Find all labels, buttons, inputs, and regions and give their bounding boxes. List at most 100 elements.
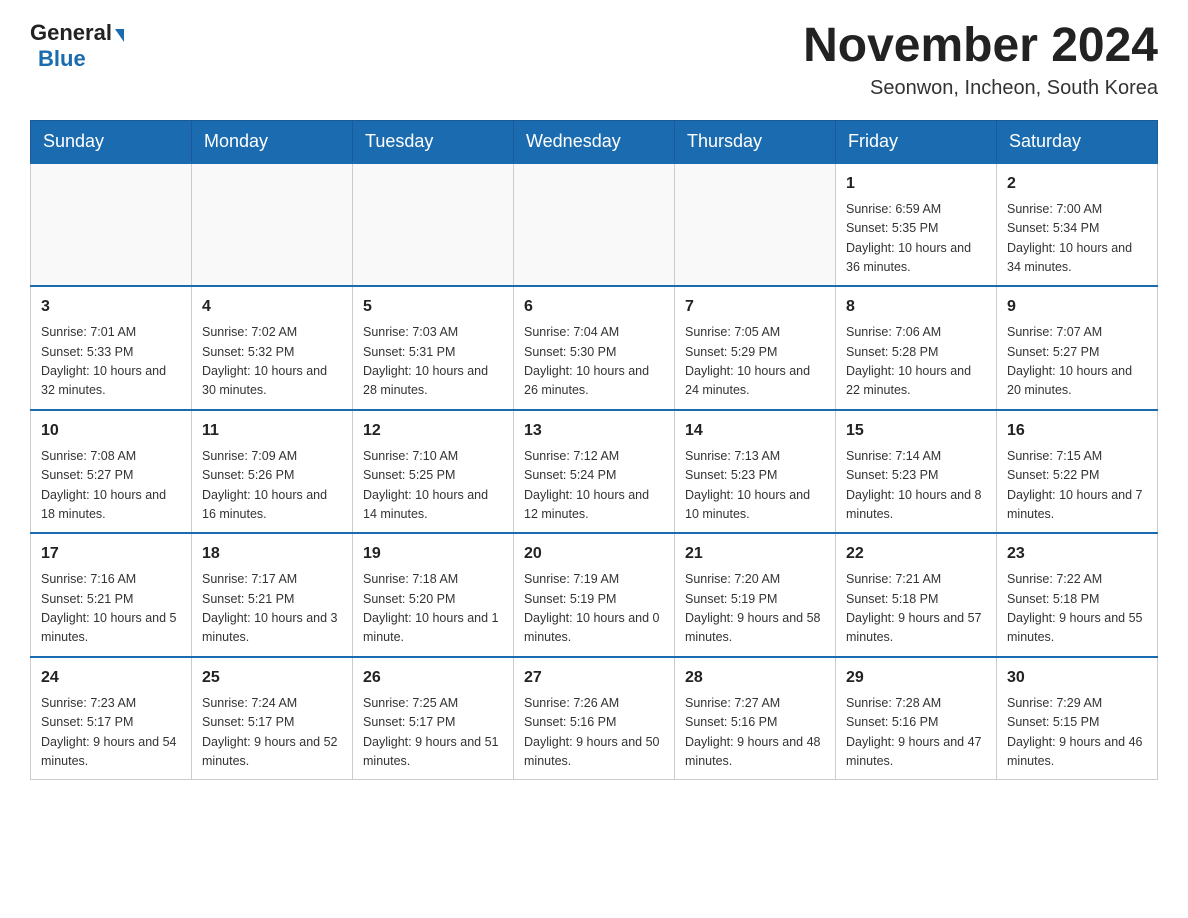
calendar-cell: 30Sunrise: 7:29 AM Sunset: 5:15 PM Dayli… — [997, 657, 1158, 780]
day-number: 13 — [524, 419, 664, 443]
calendar-cell: 11 Sunrise: 7:09 AM Sunset: 5:26 PM Dayli… — [192, 410, 353, 534]
day-number: 2 — [1007, 172, 1147, 196]
day-info: Sunrise: 7:27 AM Sunset: 5:16 PM Dayligh… — [685, 694, 825, 772]
calendar-cell — [192, 163, 353, 287]
day-number: 1 — [846, 172, 986, 196]
header-saturday: Saturday — [997, 120, 1158, 163]
day-number: 23 — [1007, 542, 1147, 566]
day-info: Sunrise: 7:13 AM Sunset: 5:23 PM Dayligh… — [685, 447, 825, 525]
location-text: Seonwon, Incheon, South Korea — [803, 77, 1158, 100]
calendar-cell: 15 Sunrise: 7:14 AM Sunset: 5:23 PM Dayli… — [836, 410, 997, 534]
calendar-cell: 5Sunrise: 7:03 AM Sunset: 5:31 PM Daylig… — [353, 286, 514, 410]
day-info: Sunrise: 7:10 AM Sunset: 5:25 PM Dayligh… — [363, 447, 503, 525]
day-info: Sunrise: 7:24 AM Sunset: 5:17 PM Dayligh… — [202, 694, 342, 772]
day-number: 5 — [363, 295, 503, 319]
day-number: 22 — [846, 542, 986, 566]
day-number: 29 — [846, 666, 986, 690]
day-info: Sunrise: 7:02 AM Sunset: 5:32 PM Dayligh… — [202, 323, 342, 401]
calendar-cell: 9 Sunrise: 7:07 AM Sunset: 5:27 PM Daylig… — [997, 286, 1158, 410]
day-info: Sunrise: 7:16 AM Sunset: 5:21 PM Dayligh… — [41, 570, 181, 648]
logo: General Blue — [30, 20, 124, 72]
day-info: Sunrise: 7:01 AM Sunset: 5:33 PM Dayligh… — [41, 323, 181, 401]
day-number: 21 — [685, 542, 825, 566]
day-number: 9 — [1007, 295, 1147, 319]
day-number: 30 — [1007, 666, 1147, 690]
day-info: Sunrise: 7:25 AM Sunset: 5:17 PM Dayligh… — [363, 694, 503, 772]
calendar-cell — [31, 163, 192, 287]
calendar-cell: 7Sunrise: 7:05 AM Sunset: 5:29 PM Daylig… — [675, 286, 836, 410]
day-info: Sunrise: 7:14 AM Sunset: 5:23 PM Dayligh… — [846, 447, 986, 525]
header-tuesday: Tuesday — [353, 120, 514, 163]
header-sunday: Sunday — [31, 120, 192, 163]
week-row-1: 1 Sunrise: 6:59 AM Sunset: 5:35 PM Daylig… — [31, 163, 1158, 287]
calendar-cell: 17 Sunrise: 7:16 AM Sunset: 5:21 PM Dayli… — [31, 533, 192, 657]
day-number: 20 — [524, 542, 664, 566]
week-row-5: 24 Sunrise: 7:23 AM Sunset: 5:17 PM Dayli… — [31, 657, 1158, 780]
day-number: 11 — [202, 419, 342, 443]
day-number: 4 — [202, 295, 342, 319]
calendar-cell: 26 Sunrise: 7:25 AM Sunset: 5:17 PM Dayli… — [353, 657, 514, 780]
day-number: 10 — [41, 419, 181, 443]
calendar-cell: 25 Sunrise: 7:24 AM Sunset: 5:17 PM Dayli… — [192, 657, 353, 780]
calendar-table: Sunday Monday Tuesday Wednesday Thursday… — [30, 120, 1158, 781]
page-header: General Blue November 2024 Seonwon, Inch… — [30, 20, 1158, 100]
title-section: November 2024 Seonwon, Incheon, South Ko… — [803, 20, 1158, 100]
day-info: Sunrise: 7:23 AM Sunset: 5:17 PM Dayligh… — [41, 694, 181, 772]
calendar-cell: 20 Sunrise: 7:19 AM Sunset: 5:19 PM Dayli… — [514, 533, 675, 657]
calendar-cell: 8Sunrise: 7:06 AM Sunset: 5:28 PM Daylig… — [836, 286, 997, 410]
month-title: November 2024 — [803, 20, 1158, 73]
day-info: Sunrise: 6:59 AM Sunset: 5:35 PM Dayligh… — [846, 200, 986, 278]
day-number: 17 — [41, 542, 181, 566]
day-info: Sunrise: 7:08 AM Sunset: 5:27 PM Dayligh… — [41, 447, 181, 525]
calendar-cell: 1 Sunrise: 6:59 AM Sunset: 5:35 PM Daylig… — [836, 163, 997, 287]
calendar-cell: 19Sunrise: 7:18 AM Sunset: 5:20 PM Dayli… — [353, 533, 514, 657]
day-number: 27 — [524, 666, 664, 690]
day-number: 6 — [524, 295, 664, 319]
header-friday: Friday — [836, 120, 997, 163]
calendar-cell: 14Sunrise: 7:13 AM Sunset: 5:23 PM Dayli… — [675, 410, 836, 534]
day-number: 3 — [41, 295, 181, 319]
day-info: Sunrise: 7:20 AM Sunset: 5:19 PM Dayligh… — [685, 570, 825, 648]
day-info: Sunrise: 7:22 AM Sunset: 5:18 PM Dayligh… — [1007, 570, 1147, 648]
calendar-cell: 12 Sunrise: 7:10 AM Sunset: 5:25 PM Dayli… — [353, 410, 514, 534]
week-row-3: 10 Sunrise: 7:08 AM Sunset: 5:27 PM Dayli… — [31, 410, 1158, 534]
day-info: Sunrise: 7:18 AM Sunset: 5:20 PM Dayligh… — [363, 570, 503, 648]
calendar-cell: 23 Sunrise: 7:22 AM Sunset: 5:18 PM Dayli… — [997, 533, 1158, 657]
calendar-cell: 16 Sunrise: 7:15 AM Sunset: 5:22 PM Dayli… — [997, 410, 1158, 534]
day-info: Sunrise: 7:04 AM Sunset: 5:30 PM Dayligh… — [524, 323, 664, 401]
day-number: 26 — [363, 666, 503, 690]
week-row-2: 3 Sunrise: 7:01 AM Sunset: 5:33 PM Daylig… — [31, 286, 1158, 410]
calendar-cell: 13 Sunrise: 7:12 AM Sunset: 5:24 PM Dayli… — [514, 410, 675, 534]
day-number: 28 — [685, 666, 825, 690]
day-info: Sunrise: 7:12 AM Sunset: 5:24 PM Dayligh… — [524, 447, 664, 525]
calendar-cell: 29Sunrise: 7:28 AM Sunset: 5:16 PM Dayli… — [836, 657, 997, 780]
day-number: 15 — [846, 419, 986, 443]
day-info: Sunrise: 7:05 AM Sunset: 5:29 PM Dayligh… — [685, 323, 825, 401]
calendar-cell — [514, 163, 675, 287]
header-wednesday: Wednesday — [514, 120, 675, 163]
header-monday: Monday — [192, 120, 353, 163]
calendar-cell: 21 Sunrise: 7:20 AM Sunset: 5:19 PM Dayli… — [675, 533, 836, 657]
day-info: Sunrise: 7:19 AM Sunset: 5:19 PM Dayligh… — [524, 570, 664, 648]
day-info: Sunrise: 7:21 AM Sunset: 5:18 PM Dayligh… — [846, 570, 986, 648]
day-info: Sunrise: 7:15 AM Sunset: 5:22 PM Dayligh… — [1007, 447, 1147, 525]
header-thursday: Thursday — [675, 120, 836, 163]
calendar-cell: 10 Sunrise: 7:08 AM Sunset: 5:27 PM Dayli… — [31, 410, 192, 534]
calendar-cell: 6 Sunrise: 7:04 AM Sunset: 5:30 PM Daylig… — [514, 286, 675, 410]
day-info: Sunrise: 7:17 AM Sunset: 5:21 PM Dayligh… — [202, 570, 342, 648]
logo-general-text: General — [30, 20, 112, 46]
day-info: Sunrise: 7:09 AM Sunset: 5:26 PM Dayligh… — [202, 447, 342, 525]
day-number: 16 — [1007, 419, 1147, 443]
calendar-cell: 24 Sunrise: 7:23 AM Sunset: 5:17 PM Dayli… — [31, 657, 192, 780]
day-number: 18 — [202, 542, 342, 566]
calendar-cell — [353, 163, 514, 287]
weekday-header-row: Sunday Monday Tuesday Wednesday Thursday… — [31, 120, 1158, 163]
day-number: 25 — [202, 666, 342, 690]
day-info: Sunrise: 7:07 AM Sunset: 5:27 PM Dayligh… — [1007, 323, 1147, 401]
logo-arrow-icon — [115, 29, 124, 42]
day-info: Sunrise: 7:06 AM Sunset: 5:28 PM Dayligh… — [846, 323, 986, 401]
day-info: Sunrise: 7:26 AM Sunset: 5:16 PM Dayligh… — [524, 694, 664, 772]
calendar-cell: 22 Sunrise: 7:21 AM Sunset: 5:18 PM Dayli… — [836, 533, 997, 657]
day-number: 12 — [363, 419, 503, 443]
day-number: 24 — [41, 666, 181, 690]
